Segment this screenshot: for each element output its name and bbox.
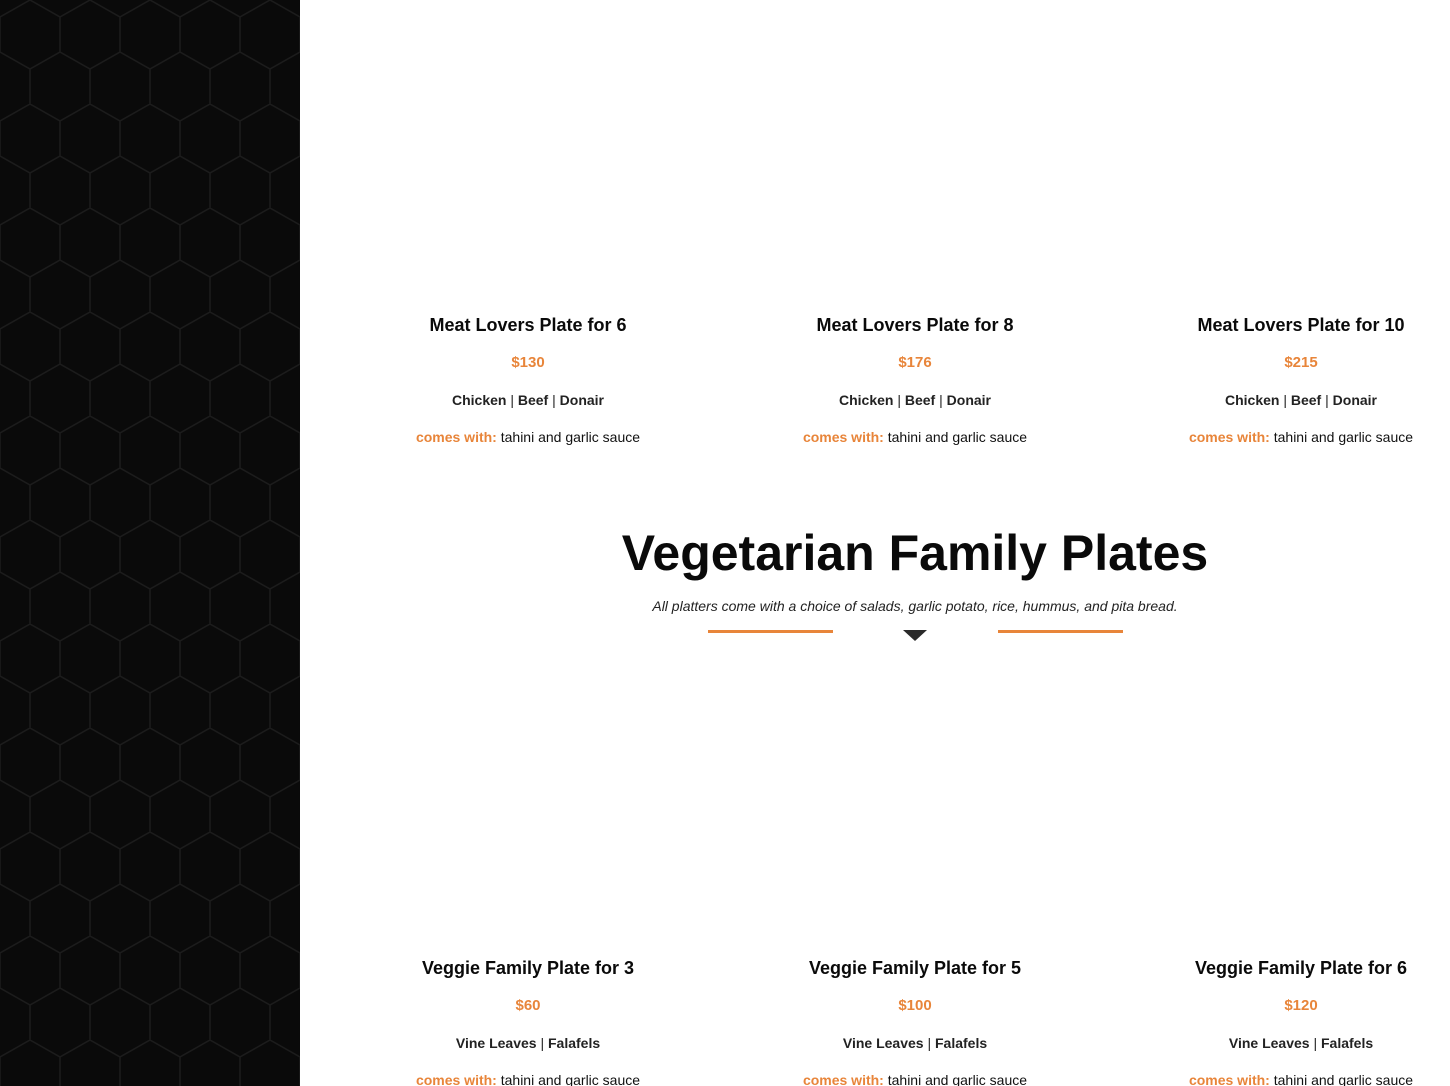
comes-with-value: tahini and garlic sauce: [1273, 1072, 1414, 1086]
divider-line-left: [708, 630, 833, 633]
section-title: Vegetarian Family Plates: [621, 525, 1209, 581]
comes-with-label: comes with:: [1188, 1072, 1270, 1086]
filling: Beef: [904, 392, 936, 408]
item-comes-with: comes with: tahini and garlic sauce: [725, 1071, 1105, 1086]
comes-with-label: comes with:: [1188, 429, 1270, 445]
sidebar-background: [0, 0, 300, 1086]
comes-with-value: tahini and garlic sauce: [1273, 429, 1414, 445]
item-price: $176: [898, 354, 932, 371]
comes-with-value: tahini and garlic sauce: [500, 429, 641, 445]
item-price: $100: [898, 997, 932, 1014]
section-subtitle: All platters come with a choice of salad…: [652, 598, 1178, 614]
filling: Chicken: [1224, 392, 1280, 408]
filling: Falafels: [1320, 1035, 1374, 1051]
filling: Vine Leaves: [455, 1035, 537, 1051]
item-title: Meat Lovers Plate for 10: [1197, 315, 1405, 335]
item-price: $130: [511, 354, 545, 371]
filling: Donair: [559, 392, 604, 408]
comes-with-value: tahini and garlic sauce: [500, 1072, 641, 1086]
filling: Donair: [946, 392, 991, 408]
filling: Vine Leaves: [1228, 1035, 1310, 1051]
item-price: $60: [515, 997, 541, 1014]
item-comes-with: comes with: tahini and garlic sauce: [1111, 1071, 1450, 1086]
item-title: Veggie Family Plate for 3: [421, 958, 635, 978]
filling: Donair: [1332, 392, 1377, 408]
comes-with-label: comes with:: [415, 1072, 497, 1086]
item-fillings: Chicken | Beef | Donair: [451, 392, 604, 408]
comes-with-value: tahini and garlic sauce: [887, 1072, 1028, 1086]
filling: Chicken: [838, 392, 894, 408]
item-price: $120: [1284, 997, 1318, 1014]
item-title: Meat Lovers Plate for 6: [429, 315, 627, 335]
item-comes-with: comes with: tahini and garlic sauce: [1111, 428, 1450, 446]
item-title: Meat Lovers Plate for 8: [816, 315, 1014, 335]
menu-item: Veggie Family Plate for 6 $120 Vine Leav…: [1111, 957, 1450, 1086]
item-fillings: Chicken | Beef | Donair: [838, 392, 991, 408]
item-comes-with: comes with: tahini and garlic sauce: [338, 1071, 718, 1086]
filling: Vine Leaves: [842, 1035, 924, 1051]
filling: Beef: [1290, 392, 1322, 408]
item-fillings: Vine Leaves | Falafels: [842, 1035, 988, 1051]
chevron-down-icon: [903, 630, 927, 641]
menu-item: Veggie Family Plate for 3 $60 Vine Leave…: [338, 957, 718, 1086]
menu-item: Veggie Family Plate for 5 $100 Vine Leav…: [725, 957, 1105, 1086]
item-comes-with: comes with: tahini and garlic sauce: [725, 428, 1105, 446]
comes-with-value: tahini and garlic sauce: [887, 429, 1028, 445]
filling: Chicken: [451, 392, 507, 408]
comes-with-label: comes with:: [415, 429, 497, 445]
hexagon-pattern: [0, 0, 300, 1086]
comes-with-label: comes with:: [802, 429, 884, 445]
item-title: Veggie Family Plate for 6: [1194, 958, 1408, 978]
filling: Falafels: [547, 1035, 601, 1051]
menu-item: Meat Lovers Plate for 6 $130 Chicken | B…: [338, 314, 718, 446]
item-comes-with: comes with: tahini and garlic sauce: [338, 428, 718, 446]
item-fillings: Vine Leaves | Falafels: [455, 1035, 601, 1051]
menu-item: Meat Lovers Plate for 10 $215 Chicken | …: [1111, 314, 1450, 446]
item-title: Veggie Family Plate for 5: [808, 958, 1022, 978]
divider-line-right: [998, 630, 1123, 633]
comes-with-label: comes with:: [802, 1072, 884, 1086]
filling: Beef: [517, 392, 549, 408]
item-price: $215: [1284, 354, 1318, 371]
item-fillings: Chicken | Beef | Donair: [1224, 392, 1377, 408]
filling: Falafels: [934, 1035, 988, 1051]
main-content: Meat Lovers Plate for 6 $130 Chicken | B…: [300, 0, 1450, 1086]
item-fillings: Vine Leaves | Falafels: [1228, 1035, 1374, 1051]
menu-item: Meat Lovers Plate for 8 $176 Chicken | B…: [725, 314, 1105, 446]
